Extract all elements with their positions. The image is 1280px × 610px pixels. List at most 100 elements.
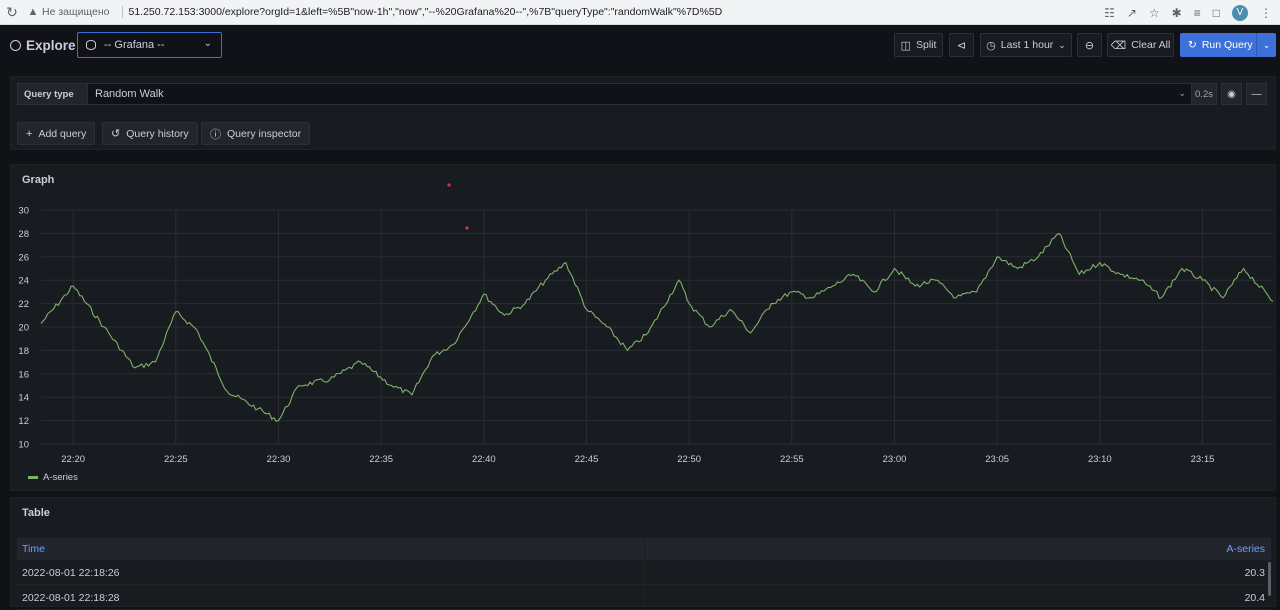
graph-chart[interactable]: 10 12 14 16 18 20 22 24 26 28 30 22:20 22:25 22:30 22:… bbox=[11, 165, 1277, 492]
page-title: Explore bbox=[10, 38, 76, 53]
split-icon: ◫ bbox=[900, 39, 911, 52]
minus-icon: — bbox=[1251, 88, 1262, 100]
explore-toolbar: Explore -- Grafana -- ⌄ ◫ Split ⊲ ◷ Last… bbox=[0, 25, 1280, 65]
table-panel: Table Time A-series 2022-08-01 22:18:26 … bbox=[10, 497, 1276, 610]
clear-all-label: Clear All bbox=[1131, 39, 1171, 51]
toggle-visibility-button[interactable]: ◉ bbox=[1221, 83, 1242, 105]
x-tick-label: 23:05 bbox=[985, 454, 1009, 465]
chevron-down-icon: ⌄ bbox=[203, 38, 212, 49]
datasource-name: -- Grafana -- bbox=[104, 39, 165, 51]
share-link-button[interactable]: ⊲ bbox=[949, 33, 974, 57]
plus-icon: + bbox=[26, 127, 33, 140]
database-icon bbox=[86, 40, 96, 50]
query-time-badge: 0.2s bbox=[1191, 83, 1217, 105]
run-query-main[interactable]: ↻ Run Query bbox=[1180, 33, 1257, 57]
trash-icon: ⌫ bbox=[1110, 39, 1127, 52]
split-label: Split bbox=[915, 39, 937, 51]
history-icon: ↺ bbox=[111, 128, 121, 140]
y-tick-label: 26 bbox=[18, 252, 29, 263]
run-query-button[interactable]: ↻ Run Query ⌄ bbox=[1180, 33, 1276, 57]
graph-panel: Graph 10 12 14 16 18 20 22 24 26 28 30 22:20 22:25 22… bbox=[10, 164, 1276, 491]
eye-icon: ◉ bbox=[1227, 88, 1236, 100]
browser-bar: ↻ ▲ Не защищено 51.250.72.153:3000/explo… bbox=[0, 0, 1280, 25]
divider bbox=[644, 586, 645, 610]
extensions-icon[interactable]: ✱ bbox=[1172, 6, 1182, 20]
y-tick-label: 28 bbox=[18, 229, 29, 240]
query-type-select[interactable]: Random Walk ⌄ bbox=[87, 83, 1195, 105]
x-tick-label: 22:25 bbox=[164, 454, 188, 465]
datasource-picker[interactable]: -- Grafana -- ⌄ bbox=[77, 32, 222, 58]
info-icon: ⓘ bbox=[210, 128, 221, 141]
query-inspector-button[interactable]: ⓘ Query inspector bbox=[201, 122, 311, 145]
reload-icon[interactable]: ↻ bbox=[0, 4, 24, 21]
insecure-label[interactable]: Не защищено bbox=[42, 6, 110, 18]
x-tick-label: 22:55 bbox=[780, 454, 804, 465]
table-row: 2022-08-01 22:18:28 20.4 bbox=[17, 586, 1271, 610]
add-query-button[interactable]: + Add query bbox=[17, 122, 96, 145]
share-icon: ⊲ bbox=[956, 39, 967, 52]
y-tick-label: 24 bbox=[18, 276, 29, 287]
run-query-dropdown[interactable]: ⌄ bbox=[1257, 40, 1276, 51]
y-tick-label: 16 bbox=[18, 369, 29, 380]
cell-value: 20.4 bbox=[1244, 592, 1265, 604]
x-tick-label: 22:40 bbox=[472, 454, 496, 465]
query-type-label: Query type bbox=[17, 83, 89, 105]
warning-icon[interactable]: ▲ bbox=[24, 6, 42, 18]
column-header-a-series[interactable]: A-series bbox=[645, 538, 1271, 560]
cell-value: 20.3 bbox=[1244, 567, 1265, 579]
zoom-out-button[interactable]: ⊖ bbox=[1077, 33, 1102, 57]
y-tick-label: 10 bbox=[18, 440, 29, 451]
cell-time: 2022-08-01 22:18:26 bbox=[22, 567, 120, 579]
query-history-button[interactable]: ↺ Query history bbox=[102, 122, 198, 145]
y-tick-label: 14 bbox=[18, 393, 29, 404]
red-dot-marker bbox=[465, 226, 469, 230]
add-query-label: Add query bbox=[38, 127, 87, 140]
table-row: 2022-08-01 22:18:26 20.3 bbox=[17, 561, 1271, 585]
divider bbox=[121, 6, 123, 18]
bookmark-star-icon[interactable]: ☆ bbox=[1149, 6, 1160, 20]
compass-icon bbox=[10, 39, 21, 51]
divider bbox=[644, 561, 645, 585]
red-dot-marker bbox=[447, 183, 451, 187]
remove-query-button[interactable]: — bbox=[1246, 83, 1267, 105]
side-panel-icon[interactable]: □ bbox=[1213, 6, 1220, 20]
table-scrollbar[interactable] bbox=[1268, 562, 1271, 596]
zoom-out-icon: ⊖ bbox=[1084, 39, 1095, 52]
x-tick-label: 22:50 bbox=[677, 454, 701, 465]
legend-label: A-series bbox=[43, 472, 78, 483]
x-tick-label: 22:35 bbox=[369, 454, 393, 465]
profile-avatar[interactable]: V bbox=[1232, 4, 1248, 21]
run-query-label: Run Query bbox=[1201, 39, 1253, 51]
refresh-icon: ↻ bbox=[1188, 39, 1197, 51]
graph-legend[interactable]: A-series bbox=[28, 472, 78, 483]
split-button[interactable]: ◫ Split bbox=[894, 33, 943, 57]
address-bar[interactable]: 51.250.72.153:3000/explore?orgId=1&left=… bbox=[129, 6, 723, 18]
translate-icon[interactable]: ☷ bbox=[1104, 6, 1115, 20]
chevron-down-icon: ⌄ bbox=[1058, 39, 1066, 50]
y-tick-label: 20 bbox=[18, 323, 29, 334]
query-type-value: Random Walk bbox=[95, 88, 164, 100]
table-title: Table bbox=[22, 507, 50, 519]
reading-list-icon[interactable]: ≡ bbox=[1194, 6, 1201, 20]
share-icon[interactable]: ↗ bbox=[1127, 6, 1137, 20]
x-tick-label: 23:15 bbox=[1191, 454, 1215, 465]
chevron-down-icon: ⌄ bbox=[1178, 88, 1186, 98]
clear-all-button[interactable]: ⌫ Clear All bbox=[1107, 33, 1174, 57]
time-range-label: Last 1 hour bbox=[1000, 39, 1054, 51]
x-tick-label: 22:45 bbox=[575, 454, 599, 465]
x-tick-label: 23:10 bbox=[1088, 454, 1112, 465]
x-tick-label: 22:20 bbox=[61, 454, 85, 465]
x-tick-label: 23:00 bbox=[883, 454, 907, 465]
menu-icon[interactable]: ⋮ bbox=[1260, 6, 1272, 20]
browser-actions: ☷ ↗ ☆ ✱ ≡ □ V ⋮ bbox=[1104, 0, 1272, 25]
column-header-time[interactable]: Time bbox=[17, 538, 644, 560]
query-history-label: Query history bbox=[126, 127, 189, 140]
query-inspector-label: Query inspector bbox=[227, 127, 302, 140]
clock-icon: ◷ bbox=[986, 39, 996, 52]
y-tick-label: 30 bbox=[18, 206, 29, 217]
time-range-picker[interactable]: ◷ Last 1 hour ⌄ bbox=[980, 33, 1072, 57]
y-tick-label: 12 bbox=[18, 416, 29, 427]
x-tick-label: 22:30 bbox=[267, 454, 291, 465]
page-title-text: Explore bbox=[26, 37, 76, 53]
legend-swatch bbox=[28, 476, 38, 479]
